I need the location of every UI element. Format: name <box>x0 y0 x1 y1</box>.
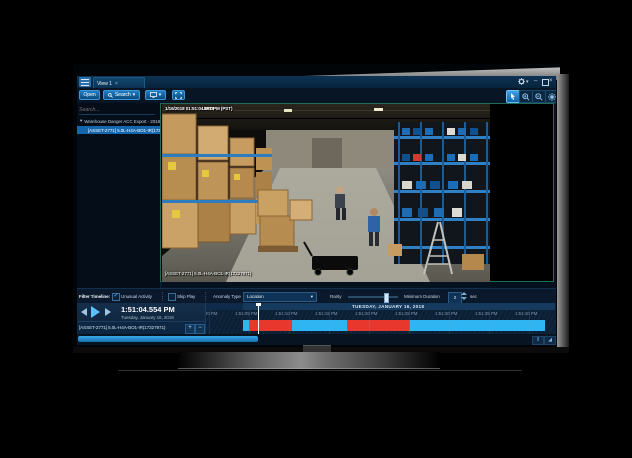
unusual-activity-label: Unusual Activity <box>121 294 152 299</box>
chevron-down-icon: ▾ <box>311 294 313 300</box>
tick-label: 1:51:25 PM <box>395 311 429 316</box>
timeline-ruler[interactable]: TUESDAY, JANUARY 16, 2018 1:51:00 PM1:51… <box>201 303 555 334</box>
title-bar: View 1 × ▾ – × <box>77 76 556 88</box>
menu-icon[interactable] <box>79 77 91 87</box>
tick-label: 1:51:40 PM <box>515 311 549 316</box>
play-button[interactable] <box>91 306 100 318</box>
layout-button[interactable]: ▾ <box>145 90 166 100</box>
tab-label: View 1 <box>97 81 112 87</box>
tick-label: 1:51:15 PM <box>315 311 349 316</box>
tick-label: 1:51:30 PM <box>435 311 469 316</box>
right-racks <box>394 122 490 264</box>
tree-item-site[interactable]: ▾ Warehouse Danger ACC Export - 2018-01 <box>77 117 163 125</box>
skip-play-checkbox[interactable] <box>168 293 176 301</box>
tab-close-icon[interactable]: × <box>115 81 118 87</box>
monitor-stand-base <box>178 352 440 369</box>
step-forward-button[interactable] <box>105 308 111 316</box>
anomaly-type-dropdown[interactable]: Location ▾ <box>243 292 317 302</box>
separator <box>162 292 163 301</box>
rarity-slider[interactable] <box>348 296 398 298</box>
timeline-scrollbar: ‖ ◢ <box>77 334 556 345</box>
tick-label: 1:51:10 PM <box>275 311 309 316</box>
minimum-duration-stepper[interactable] <box>461 292 467 302</box>
rarity-label: Rarity <box>330 294 341 299</box>
settings-gear-icon[interactable] <box>518 78 525 85</box>
video-timestamp-overlay: 1/16/2018 01:51:04.561 PM (PST) <box>165 106 232 111</box>
step-back-button[interactable] <box>81 308 87 316</box>
expand-icon <box>175 92 182 99</box>
timeline-date-header: TUESDAY, JANUARY 16, 2018 <box>352 304 424 309</box>
search-button[interactable]: Search ▾ <box>103 90 140 100</box>
row-zoom-in-button[interactable]: + <box>185 324 195 334</box>
playback-time: 1:51:04.554 PM <box>121 305 175 314</box>
activity-segment-normal-motion[interactable] <box>292 320 347 331</box>
timeline-date-band: TUESDAY, JANUARY 16, 2018 <box>201 303 555 310</box>
open-button[interactable]: Open <box>79 90 100 100</box>
zoom-in-icon <box>522 93 530 101</box>
minimum-duration-label: Minimum Duration <box>404 294 440 299</box>
timeline-resize-handle[interactable]: ◢ <box>544 336 556 345</box>
timeline-section: TUESDAY, JANUARY 16, 2018 1:51:00 PM1:51… <box>77 303 556 334</box>
row-zoom-out-button[interactable]: − <box>195 324 205 334</box>
restore-button[interactable] <box>542 79 549 86</box>
monitor-icon <box>150 92 157 98</box>
separator <box>205 292 206 301</box>
close-button[interactable]: × <box>549 77 553 86</box>
playback-date: Tuesday, January 16, 2018 <box>121 315 174 320</box>
tick-label: 1:51:05 PM <box>235 311 269 316</box>
settings-caret-icon[interactable]: ▾ <box>526 78 529 87</box>
minimum-duration-unit: sec <box>470 294 477 299</box>
timeline-left-panel: 1:51:04.554 PM Tuesday, January 16, 2018… <box>77 303 206 334</box>
minimize-button[interactable]: – <box>534 77 537 86</box>
tree-expand-icon[interactable]: ▾ <box>80 118 82 124</box>
warehouse-video <box>162 104 490 282</box>
anomaly-type-label: Anomaly Type <box>213 294 241 299</box>
monitor-right-edge <box>557 74 569 350</box>
camera-video-panel[interactable]: 1/16/2018 01:51:04.561 PM (PST) [ASSET-2… <box>160 103 554 282</box>
camera-row-label: [ASSET-2771] 5.0L-H4A-BO1-IR(17327971) <box>79 325 183 330</box>
skip-play-label: Skip Play <box>177 294 195 299</box>
playhead-cap <box>256 303 261 306</box>
toolbar: Open Search ▾ ▾ <box>77 88 556 104</box>
minimum-duration-input[interactable]: 2 <box>448 292 462 304</box>
gear-icon <box>548 93 556 101</box>
zoom-in-tool-button[interactable] <box>519 90 533 103</box>
fullscreen-button[interactable] <box>172 90 185 100</box>
rarity-slider-thumb[interactable] <box>384 293 389 303</box>
activity-segment-unusual-activity[interactable] <box>347 320 410 331</box>
tick-label: 1:51:35 PM <box>475 311 509 316</box>
filter-title: Filter Timeline: <box>79 294 110 299</box>
sidebar-search-input[interactable] <box>79 106 155 115</box>
timeline-camera-row[interactable]: [ASSET-2771] 5.0L-H4A-BO1-IR(17327971) +… <box>77 321 205 335</box>
acc-player-window: View 1 × ▾ – × Open Search ▾ ▾ <box>77 76 556 345</box>
scrollbar-thumb[interactable] <box>78 336 258 342</box>
activity-segment-normal-motion[interactable] <box>410 320 545 331</box>
zoom-out-tool-button[interactable] <box>532 90 546 103</box>
video-camera-label: [ASSET-2771] 5.0L-H4A-BO1-IR(17327971) <box>165 271 251 276</box>
unusual-activity-checkbox[interactable]: ✓ <box>112 293 120 301</box>
sidebar: ▾ Warehouse Danger ACC Export - 2018-01 … <box>77 103 161 288</box>
tick-label: 1:51:20 PM <box>355 311 389 316</box>
timeline-pages-button[interactable]: ‖ <box>532 336 544 345</box>
pan-tool-button[interactable] <box>545 90 556 103</box>
stand-reflection <box>118 370 522 371</box>
cursor-icon <box>510 93 516 100</box>
tree-item-camera[interactable]: [ASSET-2771] 5.0L-H4A-BO1-IR(17327971) <box>77 126 169 134</box>
monitor-scene: View 1 × ▾ – × Open Search ▾ ▾ <box>0 0 632 458</box>
playhead[interactable] <box>258 303 259 334</box>
search-icon <box>108 93 113 98</box>
activity-segment-unusual-activity[interactable] <box>249 320 292 331</box>
select-tool-button[interactable] <box>506 90 520 103</box>
zoom-out-icon <box>535 93 543 101</box>
